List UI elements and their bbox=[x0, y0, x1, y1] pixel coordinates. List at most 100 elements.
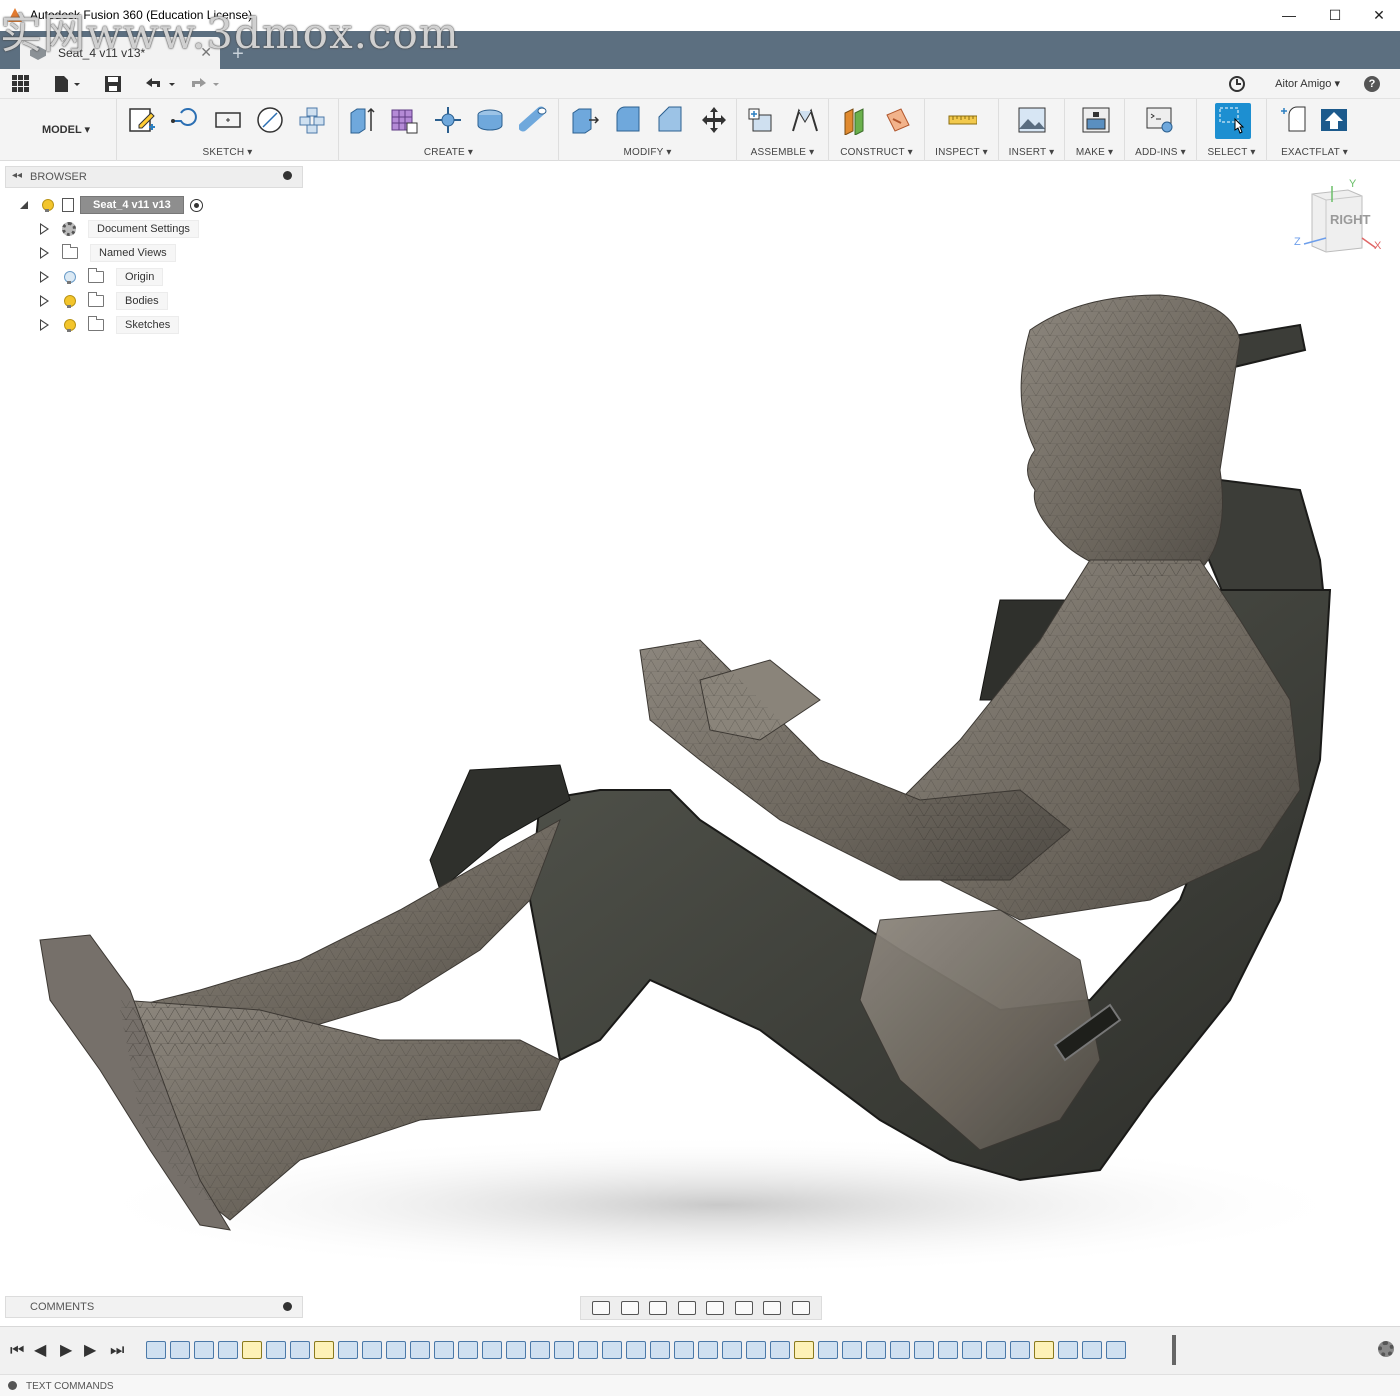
sketch-group-label[interactable]: SKETCH ▾ bbox=[117, 147, 338, 158]
timeline-feature[interactable] bbox=[938, 1341, 958, 1359]
timeline-feature[interactable] bbox=[794, 1341, 814, 1359]
form-icon[interactable] bbox=[389, 105, 419, 135]
timeline-feature[interactable] bbox=[1082, 1341, 1102, 1359]
timeline-marker[interactable] bbox=[1172, 1335, 1176, 1365]
extrude-icon[interactable] bbox=[347, 105, 377, 135]
timeline-feature[interactable] bbox=[170, 1341, 190, 1359]
exactflat-surface-icon[interactable] bbox=[1279, 105, 1309, 135]
make-group-label[interactable]: MAKE ▾ bbox=[1065, 147, 1124, 158]
circle-tool-icon[interactable] bbox=[255, 105, 285, 135]
orbit-icon[interactable] bbox=[592, 1301, 611, 1315]
redo-icon[interactable] bbox=[188, 75, 220, 93]
timeline-feature[interactable] bbox=[290, 1341, 310, 1359]
timeline-feature[interactable] bbox=[698, 1341, 718, 1359]
timeline-settings-gear-icon[interactable] bbox=[1378, 1341, 1394, 1357]
comments-panel[interactable]: COMMENTS bbox=[5, 1296, 303, 1318]
joint-icon[interactable] bbox=[789, 105, 819, 135]
timeline-feature[interactable] bbox=[914, 1341, 934, 1359]
play-icon[interactable]: ▶ bbox=[60, 1343, 72, 1359]
timeline-feature[interactable] bbox=[458, 1341, 478, 1359]
timeline-feature[interactable] bbox=[146, 1341, 166, 1359]
timeline-feature[interactable] bbox=[746, 1341, 766, 1359]
maximize-button[interactable]: ☐ bbox=[1312, 0, 1358, 31]
user-account-menu[interactable]: Aitor Amigo ▾ bbox=[1275, 77, 1340, 90]
fit-icon[interactable] bbox=[706, 1301, 725, 1315]
file-menu-icon[interactable] bbox=[54, 75, 80, 93]
timeline-feature[interactable] bbox=[962, 1341, 982, 1359]
timeline-feature[interactable] bbox=[650, 1341, 670, 1359]
step-back-icon[interactable]: ◀ bbox=[34, 1343, 46, 1359]
timeline-feature[interactable] bbox=[722, 1341, 742, 1359]
timeline-feature[interactable] bbox=[1058, 1341, 1078, 1359]
construct-group-label[interactable]: CONSTRUCT ▾ bbox=[829, 147, 924, 158]
text-commands-bar[interactable]: TEXT COMMANDS bbox=[0, 1374, 1400, 1396]
pattern-icon[interactable] bbox=[433, 105, 463, 135]
sketch-pattern-icon[interactable] bbox=[297, 105, 327, 135]
workspace-switcher[interactable]: MODEL ▾ bbox=[16, 109, 116, 149]
select-group-label[interactable]: SELECT ▾ bbox=[1197, 147, 1266, 158]
timeline-feature[interactable] bbox=[842, 1341, 862, 1359]
timeline-feature[interactable] bbox=[1010, 1341, 1030, 1359]
step-forward-icon[interactable]: ▶ bbox=[84, 1343, 96, 1359]
seated-figure-model[interactable] bbox=[0, 190, 1400, 1296]
timeline-feature[interactable] bbox=[866, 1341, 886, 1359]
select-tool-icon[interactable] bbox=[1215, 103, 1251, 139]
minimize-button[interactable]: — bbox=[1266, 0, 1312, 31]
data-panel-grid-icon[interactable] bbox=[12, 75, 30, 93]
move-icon[interactable] bbox=[699, 105, 729, 135]
help-icon[interactable]: ? bbox=[1364, 76, 1380, 92]
3d-print-icon[interactable] bbox=[1081, 105, 1111, 135]
job-status-clock-icon[interactable] bbox=[1228, 75, 1246, 93]
close-tab-icon[interactable]: ✕ bbox=[200, 44, 212, 61]
timeline-feature[interactable] bbox=[194, 1341, 214, 1359]
timeline-feature[interactable] bbox=[986, 1341, 1006, 1359]
timeline-feature[interactable] bbox=[578, 1341, 598, 1359]
go-to-start-icon[interactable]: ⏮ bbox=[10, 1343, 24, 1359]
timeline-feature[interactable] bbox=[530, 1341, 550, 1359]
look-at-icon[interactable] bbox=[620, 1301, 639, 1315]
timeline-feature[interactable] bbox=[506, 1341, 526, 1359]
inspect-group-label[interactable]: INSPECT ▾ bbox=[925, 147, 998, 158]
rectangle-tool-icon[interactable] bbox=[213, 105, 243, 135]
timeline-feature[interactable] bbox=[674, 1341, 694, 1359]
save-icon[interactable] bbox=[104, 75, 122, 93]
timeline-feature[interactable] bbox=[242, 1341, 262, 1359]
timeline-feature[interactable] bbox=[602, 1341, 622, 1359]
display-settings-icon[interactable] bbox=[734, 1301, 753, 1315]
timeline-feature[interactable] bbox=[482, 1341, 502, 1359]
browser-panel-header[interactable]: ◂◂ BROWSER bbox=[5, 166, 303, 188]
viewports-icon[interactable] bbox=[791, 1301, 810, 1315]
plane-at-angle-icon[interactable] bbox=[883, 105, 913, 135]
timeline-feature[interactable] bbox=[1106, 1341, 1126, 1359]
scripts-addins-icon[interactable] bbox=[1145, 105, 1175, 135]
insert-group-label[interactable]: INSERT ▾ bbox=[999, 147, 1064, 158]
timeline-feature[interactable] bbox=[266, 1341, 286, 1359]
timeline-feature[interactable] bbox=[554, 1341, 574, 1359]
create-group-label[interactable]: CREATE ▾ bbox=[339, 147, 558, 158]
create-sketch-icon[interactable] bbox=[127, 105, 157, 135]
exactflat-group-label[interactable]: EXACTFLAT ▾ bbox=[1267, 147, 1362, 158]
insert-image-icon[interactable] bbox=[1017, 105, 1047, 135]
pipe-icon[interactable] bbox=[518, 105, 549, 135]
document-tab[interactable]: Seat_4 v11 v13* ✕ bbox=[20, 37, 220, 69]
go-to-end-icon[interactable]: ⏭ bbox=[110, 1343, 124, 1359]
timeline-feature[interactable] bbox=[386, 1341, 406, 1359]
new-component-icon[interactable] bbox=[745, 105, 775, 135]
add-comment-icon[interactable] bbox=[283, 1302, 292, 1311]
timeline-feature[interactable] bbox=[770, 1341, 790, 1359]
new-tab-button[interactable]: + bbox=[226, 42, 250, 66]
timeline-feature[interactable] bbox=[890, 1341, 910, 1359]
timeline-feature[interactable] bbox=[410, 1341, 430, 1359]
timeline-feature[interactable] bbox=[314, 1341, 334, 1359]
pan-icon[interactable] bbox=[649, 1301, 668, 1315]
text-commands-toggle-icon[interactable] bbox=[8, 1381, 17, 1390]
exactflat-flatten-icon[interactable] bbox=[1319, 105, 1349, 135]
zoom-icon[interactable] bbox=[677, 1301, 696, 1315]
press-pull-icon[interactable] bbox=[569, 105, 600, 135]
close-window-button[interactable]: ✕ bbox=[1356, 0, 1400, 31]
browser-pin-icon[interactable] bbox=[283, 171, 292, 180]
assemble-group-label[interactable]: ASSEMBLE ▾ bbox=[737, 147, 828, 158]
timeline-feature[interactable] bbox=[338, 1341, 358, 1359]
timeline-feature[interactable] bbox=[1034, 1341, 1054, 1359]
timeline-feature[interactable] bbox=[218, 1341, 238, 1359]
